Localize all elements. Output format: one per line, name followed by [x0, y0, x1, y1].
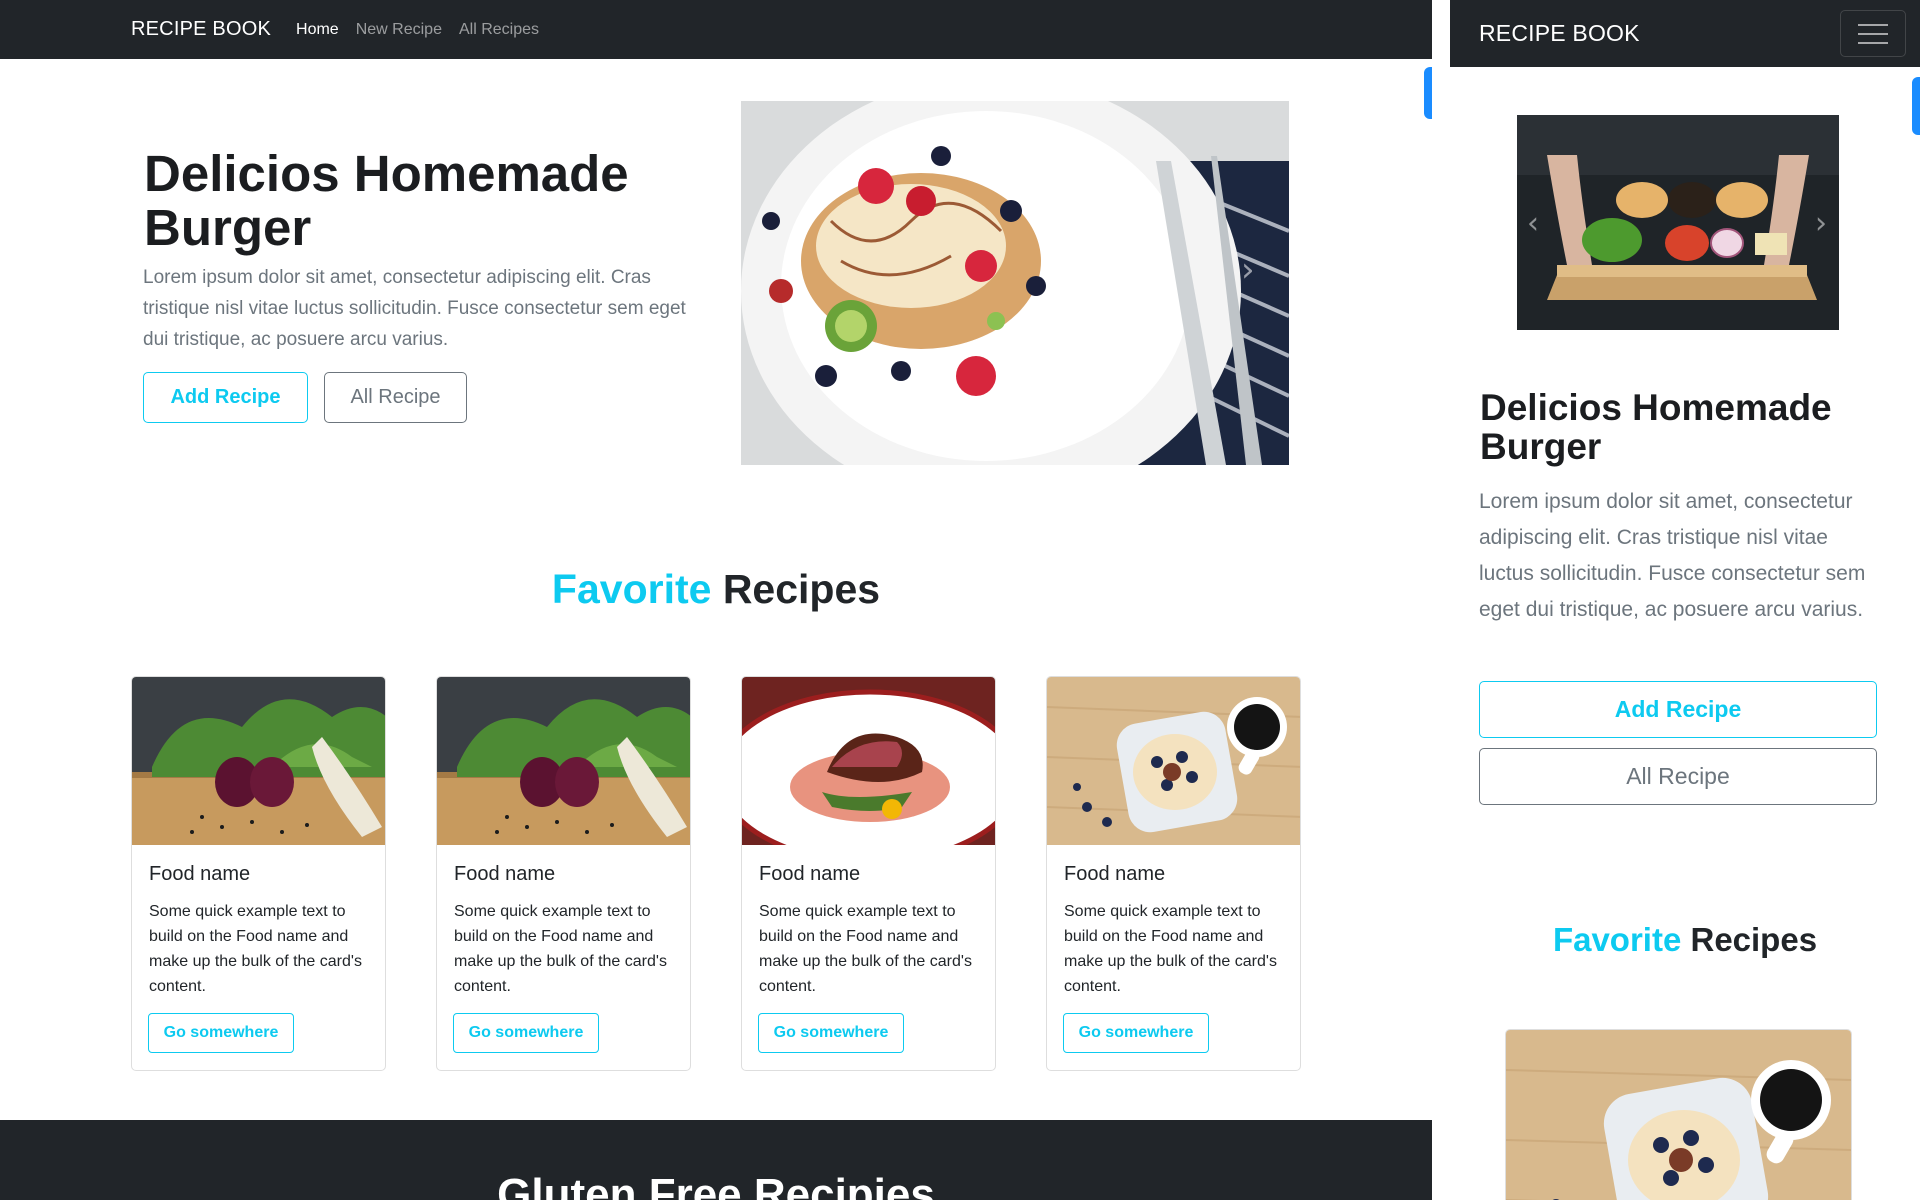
card-title: Food name: [149, 863, 251, 885]
favorite-title-rest: Recipes: [711, 566, 881, 612]
recipe-card: Food name Some quick example text to bui…: [741, 676, 996, 1071]
favorite-title-rest: Recipes: [1681, 921, 1818, 958]
nav-link-all-recipes[interactable]: All Recipes: [459, 21, 539, 39]
desktop-view: RECIPE BOOK Home New Recipe All Recipes …: [0, 0, 1432, 1200]
mobile-navbar: RECIPE BOOK: [1450, 0, 1920, 67]
hero-carousel-image[interactable]: › ‹: [1517, 115, 1839, 330]
pancake-plate-image: ›: [741, 101, 1289, 465]
view-separator: [1432, 0, 1450, 1200]
carousel-next-icon: ›: [1815, 206, 1827, 241]
recipe-card: Food name Some quick example text to bui…: [436, 676, 691, 1071]
desktop-navbar: RECIPE BOOK Home New Recipe All Recipes: [0, 0, 1432, 59]
all-recipe-button[interactable]: All Recipe: [324, 372, 467, 423]
hero-title: Delicios Homemade Burger: [1480, 387, 1832, 467]
gluten-free-title: Gluten Free Recipies: [497, 1170, 935, 1200]
scroll-indicator[interactable]: [1912, 77, 1920, 135]
hero-description: Lorem ipsum dolor sit amet, consectetur …: [1479, 490, 1866, 621]
mobile-view: RECIPE BOOK › ‹ Delicios Homemade Burger…: [1450, 0, 1920, 1200]
hero-carousel-image[interactable]: ›: [741, 101, 1289, 465]
recipe-card: Food name Some quick example text to bui…: [131, 676, 386, 1071]
favorite-recipes-title: Favorite Recipes: [1450, 921, 1920, 959]
go-somewhere-button[interactable]: Go somewhere: [1063, 1013, 1209, 1053]
favorite-title-accent: Favorite: [1552, 921, 1682, 958]
card-image-vegetables: [437, 677, 690, 845]
hero-title: Delicios Homemade Burger: [144, 145, 629, 256]
favorite-title-accent: Favorite: [551, 566, 712, 612]
go-somewhere-button[interactable]: Go somewhere: [148, 1013, 294, 1053]
go-somewhere-button[interactable]: Go somewhere: [453, 1013, 599, 1053]
card-image-breakfast-bowl: [1047, 677, 1300, 845]
card-title: Food name: [454, 863, 556, 885]
hero-description: Lorem ipsum dolor sit amet, consectetur …: [143, 267, 686, 350]
scroll-indicator[interactable]: [1424, 67, 1432, 119]
add-recipe-button[interactable]: Add Recipe: [143, 372, 308, 423]
go-somewhere-button[interactable]: Go somewhere: [758, 1013, 904, 1053]
favorite-recipes-title: Favorite Recipes: [0, 566, 1432, 613]
recipe-card: [1505, 1029, 1852, 1200]
carousel-prev-icon: ‹: [1527, 206, 1539, 241]
burger-board-image: › ‹: [1517, 115, 1839, 330]
nav-link-new-recipe[interactable]: New Recipe: [356, 21, 442, 39]
card-text: Some quick example text to build on the …: [759, 903, 972, 995]
recipe-card: Food name Some quick example text to bui…: [1046, 676, 1301, 1071]
card-text: Some quick example text to build on the …: [1064, 903, 1277, 995]
card-image-steak: [742, 677, 995, 845]
carousel-next-icon: ›: [1241, 250, 1255, 290]
hamburger-menu-icon[interactable]: [1840, 10, 1906, 57]
navbar-brand[interactable]: RECIPE BOOK: [131, 18, 271, 41]
card-text: Some quick example text to build on the …: [149, 903, 362, 995]
card-title: Food name: [759, 863, 861, 885]
nav-link-home[interactable]: Home: [296, 21, 339, 39]
card-image-breakfast-bowl: [1506, 1030, 1851, 1200]
card-text: Some quick example text to build on the …: [454, 903, 667, 995]
add-recipe-button[interactable]: Add Recipe: [1479, 681, 1877, 738]
card-image-vegetables: [132, 677, 385, 845]
all-recipe-button[interactable]: All Recipe: [1479, 748, 1877, 805]
navbar-brand[interactable]: RECIPE BOOK: [1479, 20, 1640, 47]
card-title: Food name: [1064, 863, 1166, 885]
